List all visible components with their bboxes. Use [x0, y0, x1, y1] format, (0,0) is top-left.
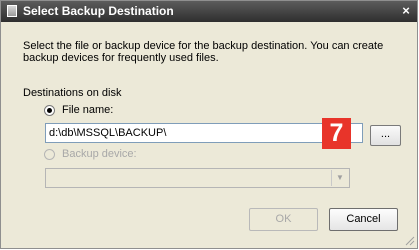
- backup-device-radio[interactable]: [44, 149, 55, 160]
- close-icon[interactable]: ×: [399, 3, 413, 18]
- step-callout-badge: 7: [322, 118, 351, 149]
- title-bar[interactable]: Select Backup Destination ×: [1, 1, 417, 22]
- window-icon: [7, 5, 17, 17]
- destinations-section-label: Destinations on disk: [23, 87, 122, 99]
- window-title: Select Backup Destination: [23, 4, 174, 18]
- file-name-input[interactable]: d:\db\MSSQL\BACKUP\: [45, 123, 363, 143]
- resize-grip-icon[interactable]: [405, 236, 415, 246]
- file-name-radio[interactable]: [44, 105, 55, 116]
- select-backup-destination-dialog: Select Backup Destination × Select the f…: [0, 0, 418, 249]
- cancel-button[interactable]: Cancel: [329, 208, 398, 231]
- backup-device-select[interactable]: ▼: [45, 168, 350, 188]
- file-name-label: File name:: [62, 104, 114, 116]
- ok-button[interactable]: OK: [249, 208, 318, 231]
- chevron-down-icon[interactable]: ▼: [331, 170, 348, 186]
- description-text: Select the file or backup device for the…: [23, 40, 384, 64]
- backup-device-label: Backup device:: [62, 148, 137, 160]
- browse-button[interactable]: ...: [370, 125, 401, 146]
